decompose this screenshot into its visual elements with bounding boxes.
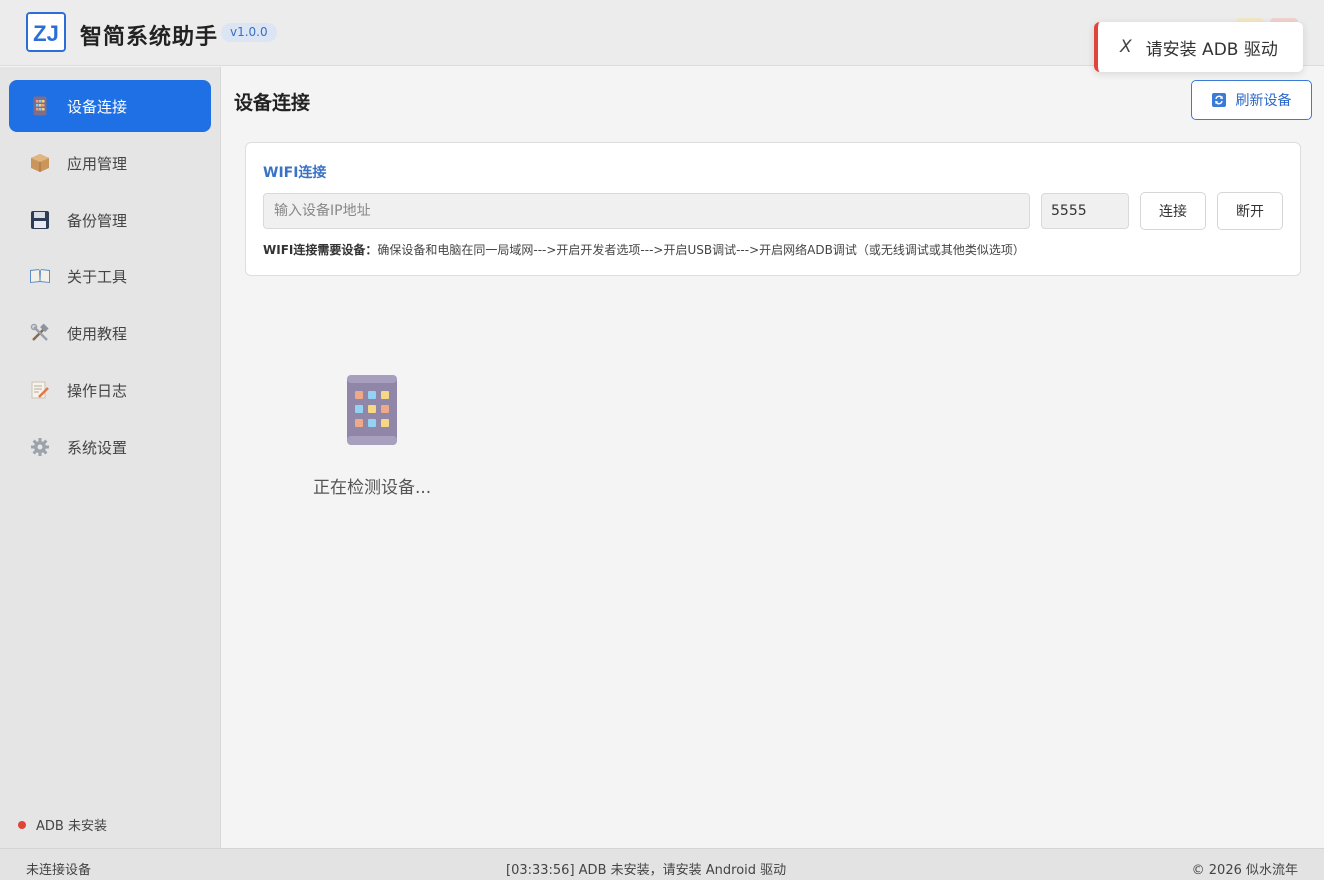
ip-address-input[interactable] <box>263 193 1030 229</box>
sidebar-item-tutorial[interactable]: 使用教程 <box>9 307 211 359</box>
wifi-hint-text: 确保设备和电脑在同一局域网--->开启开发者选项--->开启USB调试--->开… <box>377 243 1025 257</box>
sidebar-item-operation-log[interactable]: 操作日志 <box>9 364 211 416</box>
sidebar-item-label: 设备连接 <box>67 97 128 116</box>
status-dot-icon <box>18 820 26 829</box>
adb-status: ADB 未安装 <box>18 815 107 834</box>
phone-icon <box>29 95 51 117</box>
floppy-disk-icon <box>29 209 51 231</box>
sidebar-item-label: 应用管理 <box>67 154 128 173</box>
version-badge: v1.0.0 <box>221 23 277 42</box>
sidebar-item-device-connect[interactable]: 设备连接 <box>9 80 211 132</box>
package-icon <box>29 152 51 174</box>
phone-icon <box>346 374 398 446</box>
wifi-card-title: WIFI连接 <box>263 165 327 181</box>
memo-icon <box>29 379 51 401</box>
close-icon[interactable]: X <box>1120 37 1132 57</box>
port-input[interactable] <box>1041 193 1129 229</box>
sidebar-item-label: 使用教程 <box>67 324 128 343</box>
refresh-devices-button[interactable]: 刷新设备 <box>1191 80 1312 120</box>
log-message: [03:33:56] ADB 未安装，请安装 Android 驱动 <box>506 863 787 878</box>
tools-icon <box>29 322 51 344</box>
sidebar-item-label: 操作日志 <box>67 381 128 400</box>
connection-status: 未连接设备 <box>26 863 92 878</box>
app-logo: ZJ <box>26 12 66 52</box>
wifi-hint: WIFI连接需要设备：确保设备和电脑在同一局域网--->开启开发者选项--->开… <box>263 241 1025 258</box>
sidebar-item-backup-manage[interactable]: 备份管理 <box>9 194 211 246</box>
copyright: © 2026 似水流年 <box>1191 863 1298 878</box>
wifi-hint-label: WIFI连接需要设备： <box>263 243 378 257</box>
gear-icon <box>29 436 51 458</box>
refresh-icon <box>1211 93 1226 107</box>
page-title: 设备连接 <box>234 92 311 114</box>
sidebar-item-app-manage[interactable]: 应用管理 <box>9 137 211 189</box>
sidebar-item-label: 备份管理 <box>67 211 128 230</box>
sidebar-item-label: 系统设置 <box>67 438 128 457</box>
sidebar-item-system-settings[interactable]: 系统设置 <box>9 421 211 473</box>
svg-text:ZJ: ZJ <box>33 21 59 46</box>
app-title: 智简系统助手 <box>80 25 219 50</box>
wifi-connect-card: WIFI连接 连接 断开 WIFI连接需要设备：确保设备和电脑在同一局域网---… <box>245 142 1301 276</box>
refresh-label: 刷新设备 <box>1235 93 1292 109</box>
connect-button[interactable]: 连接 <box>1140 192 1206 230</box>
disconnect-button[interactable]: 断开 <box>1217 192 1283 230</box>
adb-status-text: ADB 未安装 <box>36 819 107 834</box>
book-icon <box>29 265 51 287</box>
detecting-status-text: 正在检测设备... <box>313 478 432 498</box>
status-bar: 未连接设备 [03:33:56] ADB 未安装，请安装 Android 驱动 … <box>0 848 1324 880</box>
sidebar: 设备连接 应用管理 备份管理 关于工具 使用教程 操作日志 系统设置 ADB 未… <box>0 67 221 848</box>
sidebar-item-about[interactable]: 关于工具 <box>9 250 211 302</box>
toast-notification: X 请安装 ADB 驱动 <box>1094 22 1303 72</box>
toast-message: 请安装 ADB 驱动 <box>1145 39 1278 60</box>
sidebar-item-label: 关于工具 <box>67 267 128 286</box>
